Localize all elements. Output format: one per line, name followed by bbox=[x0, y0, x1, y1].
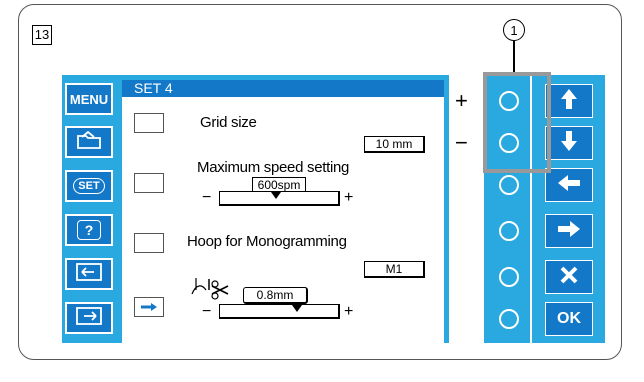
circle-button-4[interactable] bbox=[488, 214, 529, 248]
ok-label: OK bbox=[557, 310, 581, 327]
circle-icon bbox=[498, 175, 519, 195]
menu-button[interactable]: MENU bbox=[65, 83, 113, 115]
close-icon bbox=[559, 265, 579, 290]
max-speed-icon[interactable] bbox=[134, 173, 164, 193]
thread-cut-plus[interactable]: + bbox=[344, 303, 353, 321]
menu-sidebar: MENU SET ? bbox=[62, 75, 120, 343]
help-label: ? bbox=[84, 222, 94, 238]
set-button[interactable]: SET bbox=[65, 170, 113, 202]
thread-cut-value: 0.8mm bbox=[243, 287, 308, 304]
circle-button-6[interactable] bbox=[488, 302, 529, 336]
hoop-value: M1 bbox=[364, 261, 425, 278]
plus-indicator: + bbox=[455, 88, 468, 113]
circle-icon bbox=[498, 221, 519, 241]
arrow-up-icon bbox=[560, 88, 578, 115]
page-title: SET 4 bbox=[122, 80, 444, 97]
left-button[interactable] bbox=[545, 168, 593, 202]
callout-line bbox=[513, 41, 515, 73]
minus-indicator: − bbox=[455, 130, 468, 155]
step-number: 13 bbox=[32, 25, 52, 45]
grid-size-icon[interactable] bbox=[134, 113, 164, 133]
circle-icon bbox=[498, 267, 519, 287]
up-button[interactable] bbox=[545, 84, 593, 118]
help-icon: ? bbox=[77, 220, 101, 240]
help-button[interactable]: ? bbox=[65, 214, 113, 246]
arrow-right-icon bbox=[140, 303, 157, 311]
circle-icon bbox=[498, 309, 519, 329]
thread-cut-slider[interactable] bbox=[219, 304, 340, 319]
circle-button-3[interactable] bbox=[488, 168, 529, 202]
max-speed-minus[interactable]: − bbox=[202, 189, 211, 207]
arrow-right-icon bbox=[557, 220, 581, 243]
file-open-button[interactable] bbox=[65, 126, 113, 158]
load-button[interactable] bbox=[65, 302, 113, 334]
set-icon: SET bbox=[73, 178, 105, 194]
thread-cut-minus[interactable]: − bbox=[202, 303, 211, 321]
callout-number: 1 bbox=[503, 19, 525, 41]
save-button[interactable] bbox=[65, 258, 113, 290]
hoop-label: Hoop for Monogramming bbox=[187, 233, 347, 250]
thread-cutter-icon bbox=[190, 276, 250, 300]
circle-button-5[interactable] bbox=[488, 260, 529, 294]
right-button[interactable] bbox=[545, 214, 593, 248]
folder-icon bbox=[74, 129, 104, 156]
load-arrow-icon bbox=[74, 305, 104, 332]
thread-cut-indicator bbox=[292, 305, 302, 312]
grid-size-label: Grid size bbox=[200, 114, 257, 131]
grid-size-value: 10 mm bbox=[364, 136, 425, 153]
set-label: SET bbox=[78, 180, 100, 192]
max-speed-label: Maximum speed setting bbox=[197, 159, 350, 176]
max-speed-plus[interactable]: + bbox=[344, 189, 353, 207]
ok-button[interactable]: OK bbox=[545, 302, 593, 336]
callout-highlight bbox=[483, 72, 551, 173]
max-speed-indicator bbox=[271, 192, 281, 199]
arrow-down-icon bbox=[560, 130, 578, 157]
save-arrow-icon bbox=[74, 261, 104, 288]
cancel-button[interactable] bbox=[545, 260, 593, 294]
hoop-icon[interactable] bbox=[134, 233, 164, 253]
arrow-left-icon bbox=[557, 174, 581, 197]
down-button[interactable] bbox=[545, 126, 593, 160]
